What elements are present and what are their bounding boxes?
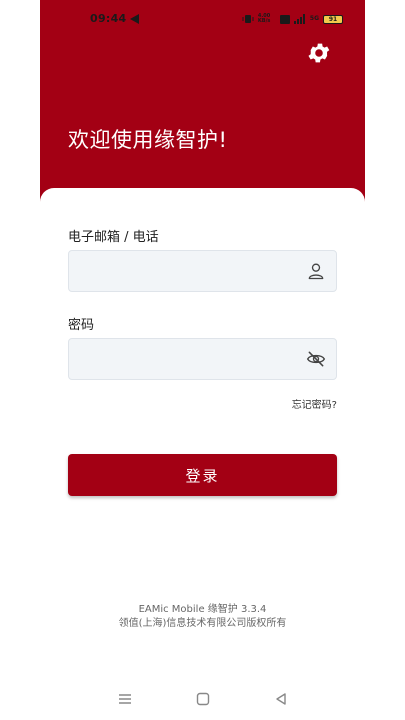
back-icon[interactable] bbox=[274, 692, 288, 706]
hd-icon bbox=[279, 14, 290, 24]
eye-off-icon[interactable] bbox=[306, 349, 326, 369]
email-field[interactable] bbox=[68, 250, 337, 292]
header-banner: 09:44 4.00 KB/s 5G 91 欢迎使用缘智护! bbox=[40, 0, 365, 205]
email-label: 电子邮箱 / 电话 bbox=[68, 230, 159, 245]
email-input[interactable] bbox=[79, 251, 289, 291]
network-type: 5G bbox=[309, 15, 319, 22]
menu-icon[interactable] bbox=[118, 692, 132, 706]
status-bar: 09:44 4.00 KB/s 5G 91 bbox=[40, 0, 365, 38]
forgot-password-link[interactable]: 忘记密码? bbox=[292, 396, 337, 411]
signal-icon bbox=[293, 14, 305, 24]
navigation-arrow-icon bbox=[130, 14, 139, 24]
system-navigation-bar bbox=[40, 688, 365, 712]
battery-level: 91 bbox=[328, 15, 338, 23]
network-speed: 4.00 KB/s bbox=[257, 13, 271, 24]
login-card: 电子邮箱 / 电话 密码 忘记密码? 登录 EAMic Mobile 缘智护 3… bbox=[40, 188, 365, 720]
welcome-title: 欢迎使用缘智护! bbox=[68, 128, 228, 152]
vibrate-icon bbox=[242, 15, 254, 23]
app-version: EAMic Mobile 缘智护 3.3.4 bbox=[138, 604, 267, 615]
battery-icon: 91 bbox=[323, 14, 343, 24]
status-icons: 4.00 KB/s 5G 91 bbox=[242, 13, 343, 25]
password-field[interactable] bbox=[68, 338, 337, 380]
password-label: 密码 bbox=[68, 318, 95, 333]
status-time: 09:44 bbox=[90, 12, 127, 25]
home-icon[interactable] bbox=[196, 692, 210, 706]
user-icon bbox=[308, 263, 324, 280]
password-input[interactable] bbox=[79, 339, 289, 379]
gear-icon[interactable] bbox=[306, 40, 332, 66]
app-screen: 09:44 4.00 KB/s 5G 91 欢迎使用缘智护! 电子邮箱 / 电话… bbox=[40, 0, 365, 720]
copyright-text: 领值(上海)信息技术有限公司版权所有 bbox=[118, 618, 287, 629]
login-button[interactable]: 登录 bbox=[68, 454, 337, 496]
